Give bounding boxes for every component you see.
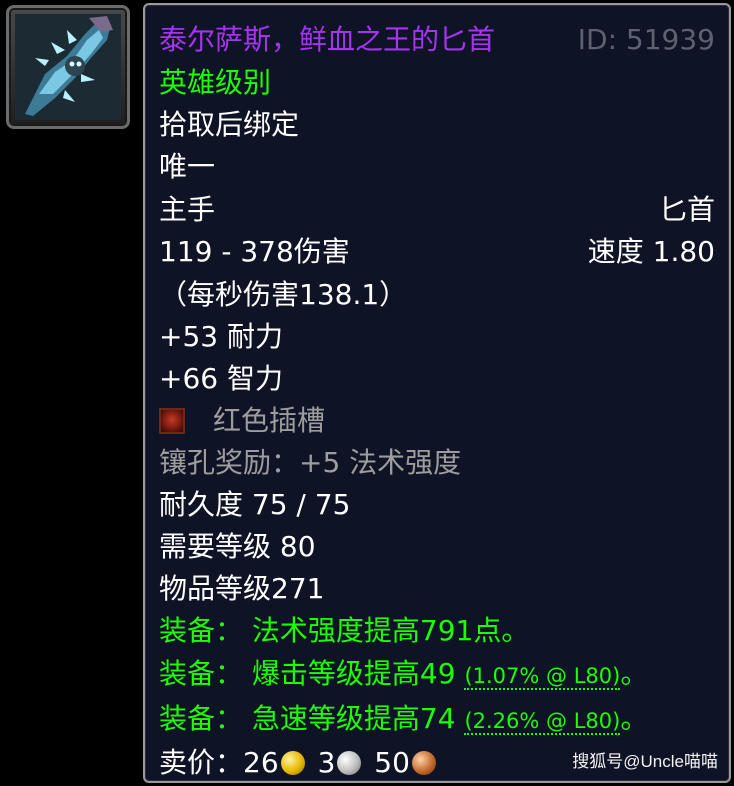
item-tooltip: 泰尔萨斯，鲜血之王的匕首 ID: 51939 英雄级别 拾取后绑定 唯一 主手 …: [143, 3, 731, 783]
equip-effect-crit: 装备： 爆击等级提高49 (1.07% @ L80)。: [159, 654, 715, 694]
sell-copper: 50: [374, 746, 410, 779]
equip-haste-end: 。: [620, 702, 649, 735]
item-weapon-type: 匕首: [658, 193, 715, 226]
item-binding: 拾取后绑定: [159, 108, 300, 141]
equip-effect-spellpower: 装备： 法术强度提高791点。: [159, 614, 530, 647]
damage-row: 119 - 378伤害 速度 1.80: [159, 232, 715, 272]
equip-crit-text: 装备： 爆击等级提高49: [159, 657, 456, 690]
dagger-icon: [15, 14, 121, 120]
sell-price-label: 卖价：: [159, 746, 244, 779]
item-icon-frame[interactable]: [6, 5, 130, 129]
equip-crit-end: 。: [620, 657, 649, 690]
socket-row: 红色插槽: [159, 401, 715, 441]
socket-label: 红色插槽: [213, 404, 326, 437]
equip-haste-text: 装备： 急速等级提高74: [159, 702, 456, 735]
gold-coin-icon: [280, 751, 305, 775]
item-id: ID: 51939: [577, 23, 715, 56]
item-slot: 主手: [159, 193, 216, 226]
equip-haste-detail[interactable]: (2.26% @ L80): [464, 709, 621, 735]
stat-intellect: +66 智力: [159, 362, 283, 395]
copper-coin-icon: [411, 751, 436, 775]
slot-row: 主手 匕首: [159, 190, 715, 230]
item-durability: 耐久度 75 / 75: [159, 488, 351, 521]
red-socket-icon: [159, 408, 185, 434]
item-title-row: 泰尔萨斯，鲜血之王的匕首 ID: 51939: [159, 20, 715, 60]
silver-coin-icon: [337, 751, 362, 775]
item-speed: 速度 1.80: [587, 235, 715, 268]
stat-stamina: +53 耐力: [159, 320, 283, 353]
socket-bonus: 镶孔奖励：+5 法术强度: [159, 446, 462, 479]
item-level: 物品等级271: [159, 572, 325, 605]
equip-effect-haste: 装备： 急速等级提高74 (2.26% @ L80)。: [159, 699, 715, 739]
item-name[interactable]: 泰尔萨斯，鲜血之王的匕首: [159, 23, 495, 56]
watermark: 搜狐号@Uncle喵喵: [572, 752, 718, 771]
item-damage: 119 - 378伤害: [159, 235, 350, 268]
equip-crit-detail[interactable]: (1.07% @ L80): [464, 664, 621, 690]
item-dps: （每秒伤害138.1）: [159, 278, 408, 311]
item-quality: 英雄级别: [159, 66, 272, 99]
sell-gold: 26: [243, 746, 279, 779]
item-unique: 唯一: [159, 150, 216, 183]
required-level: 需要等级 80: [159, 530, 316, 563]
sell-silver: 3: [317, 746, 336, 779]
